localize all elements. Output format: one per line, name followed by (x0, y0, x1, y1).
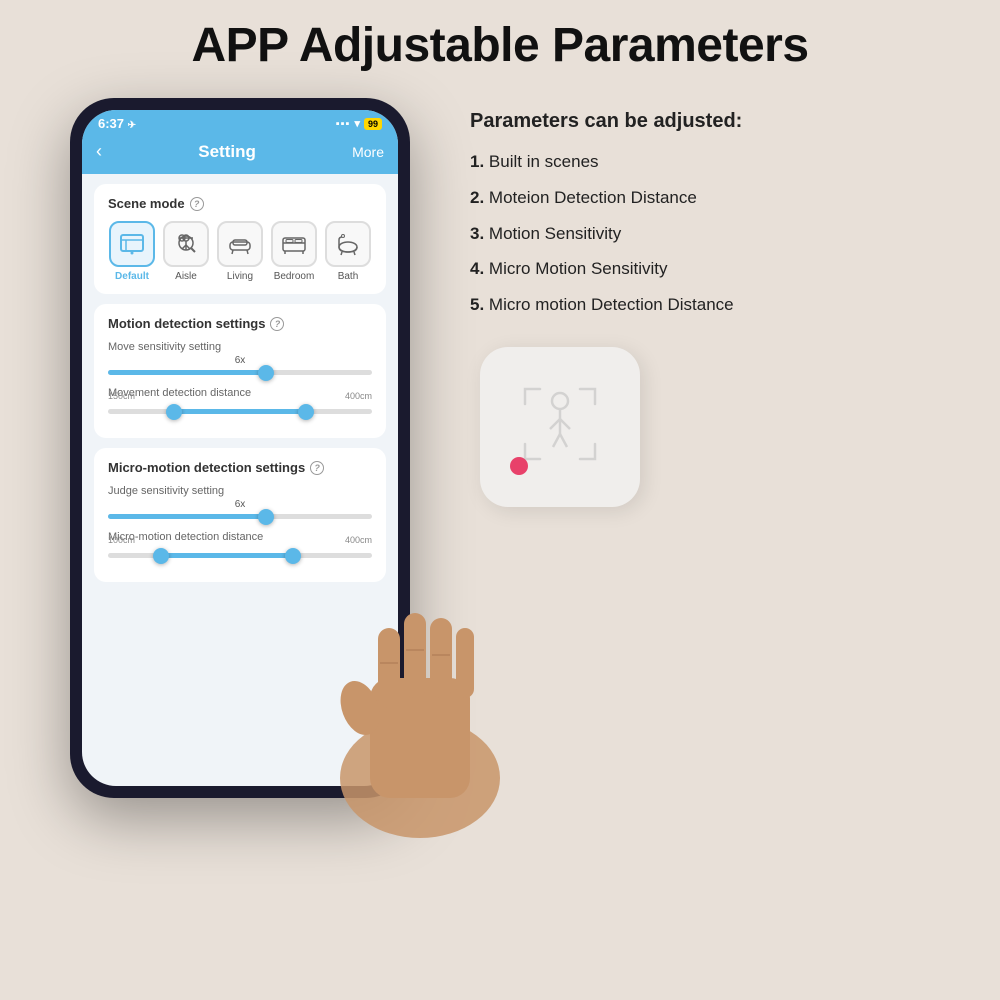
scene-label-aisle: Aisle (175, 271, 197, 282)
item-num-2: 2. (470, 188, 484, 207)
judge-sensitivity-track[interactable] (108, 514, 372, 519)
judge-sensitivity-fill (108, 514, 266, 519)
battery-icon: 99 (364, 118, 382, 130)
app-header: ‹ Setting More (82, 135, 398, 174)
phone-mockup: 6:37 ✈ ▪▪▪ ▾ 99 ‹ Setting More (30, 98, 450, 798)
device-led-dot (510, 457, 528, 475)
scene-icon-aisle (163, 221, 209, 267)
motion-help-icon[interactable]: ? (270, 317, 284, 331)
item-text-4: Micro Motion Sensitivity (489, 259, 668, 278)
status-icons: ▪▪▪ ▾ 99 (336, 117, 382, 130)
wifi-icon: ▾ (354, 117, 360, 130)
list-item: 2. Moteion Detection Distance (470, 186, 970, 210)
item-text-1: Built in scenes (489, 152, 599, 171)
scene-mode-card: Scene mode ? (94, 184, 386, 294)
item-num-4: 4. (470, 259, 484, 278)
distance-track[interactable] (108, 409, 372, 414)
micro-distance-section: Micro-motion detection distance 100cm 40… (108, 531, 372, 558)
micro-motion-title: Micro-motion detection settings ? (108, 460, 372, 475)
micro-distance-thumb2[interactable] (285, 548, 301, 564)
right-panel: Parameters can be adjusted: 1. Built in … (470, 88, 970, 507)
more-button[interactable]: More (352, 144, 384, 160)
judge-sensitivity-thumb[interactable] (258, 509, 274, 525)
list-item: 1. Built in scenes (470, 150, 970, 174)
micro-help-icon[interactable]: ? (310, 461, 324, 475)
distance-thumb1[interactable] (166, 404, 182, 420)
scene-modes: Default (108, 221, 372, 282)
page-title: APP Adjustable Parameters (0, 0, 1000, 83)
list-item: 4. Micro Motion Sensitivity (470, 257, 970, 281)
params-title: Parameters can be adjusted: (470, 108, 970, 134)
micro-distance-thumb1[interactable] (153, 548, 169, 564)
device-illustration (480, 347, 640, 507)
hand-image (310, 558, 530, 858)
signal-icon: ▪▪▪ (336, 118, 351, 130)
micro-distance-min: 100cm (108, 535, 135, 545)
scene-title-text: Scene mode (108, 196, 185, 211)
scene-icon-bedroom (271, 221, 317, 267)
item-num-5: 5. (470, 295, 484, 314)
item-text-2: Moteion Detection Distance (489, 188, 697, 207)
motion-detection-card: Motion detection settings ? Move sensiti… (94, 304, 386, 438)
app-header-title: Setting (198, 142, 256, 162)
scene-label-bath: Bath (338, 271, 359, 282)
list-item: 5. Micro motion Detection Distance (470, 293, 970, 317)
scene-icon-default (109, 221, 155, 267)
item-num-1: 1. (470, 152, 484, 171)
sensitivity-label: Move sensitivity setting (108, 341, 372, 353)
scene-label-living: Living (227, 271, 253, 282)
sensitivity-fill (108, 370, 266, 375)
distance-slider-section: Movement detection distance 150cm 400cm (108, 387, 372, 414)
micro-motion-title-text: Micro-motion detection settings (108, 460, 305, 475)
time-display: 6:37 (98, 116, 124, 131)
status-bar: 6:37 ✈ ▪▪▪ ▾ 99 (82, 110, 398, 135)
judge-sensitivity-label: Judge sensitivity setting (108, 485, 372, 497)
scene-icon-bath (325, 221, 371, 267)
params-list: 1. Built in scenes 2. Moteion Detection … (470, 150, 970, 317)
sensitivity-thumb[interactable] (258, 365, 274, 381)
scene-mode-title: Scene mode ? (108, 196, 372, 211)
judge-sensitivity-value: 6x (108, 499, 372, 510)
judge-sensitivity-section: Judge sensitivity setting 6x (108, 485, 372, 519)
item-num-3: 3. (470, 224, 484, 243)
list-item: 3. Motion Sensitivity (470, 222, 970, 246)
scene-icon-living (217, 221, 263, 267)
scene-item-bath[interactable]: Bath (324, 221, 372, 282)
distance-max-label: 400cm (345, 391, 372, 401)
back-button[interactable]: ‹ (96, 141, 102, 162)
motion-section-title: Motion detection settings ? (108, 316, 372, 331)
distance-thumb2[interactable] (298, 404, 314, 420)
main-content: 6:37 ✈ ▪▪▪ ▾ 99 ‹ Setting More (0, 88, 1000, 798)
scene-help-icon[interactable]: ? (190, 197, 204, 211)
device-motion-icon (515, 379, 605, 474)
micro-distance-max: 400cm (345, 535, 372, 545)
item-text-5: Micro motion Detection Distance (489, 295, 734, 314)
item-text-3: Motion Sensitivity (489, 224, 621, 243)
distance-fill (174, 409, 306, 414)
sensitivity-track[interactable] (108, 370, 372, 375)
sensitivity-value: 6x (108, 355, 372, 366)
location-icon: ✈ (128, 120, 136, 131)
micro-distance-fill (161, 553, 293, 558)
scene-item-aisle[interactable]: Aisle (162, 221, 210, 282)
scene-item-living[interactable]: Living (216, 221, 264, 282)
scene-item-default[interactable]: Default (108, 221, 156, 282)
status-time: 6:37 ✈ (98, 116, 136, 131)
scene-label-default: Default (115, 271, 149, 282)
motion-title-text: Motion detection settings (108, 316, 265, 331)
scene-label-bedroom: Bedroom (274, 271, 315, 282)
sensitivity-slider-section: Move sensitivity setting 6x (108, 341, 372, 375)
distance-min-label: 150cm (108, 391, 135, 401)
scene-item-bedroom[interactable]: Bedroom (270, 221, 318, 282)
app-content: Scene mode ? (82, 174, 398, 602)
